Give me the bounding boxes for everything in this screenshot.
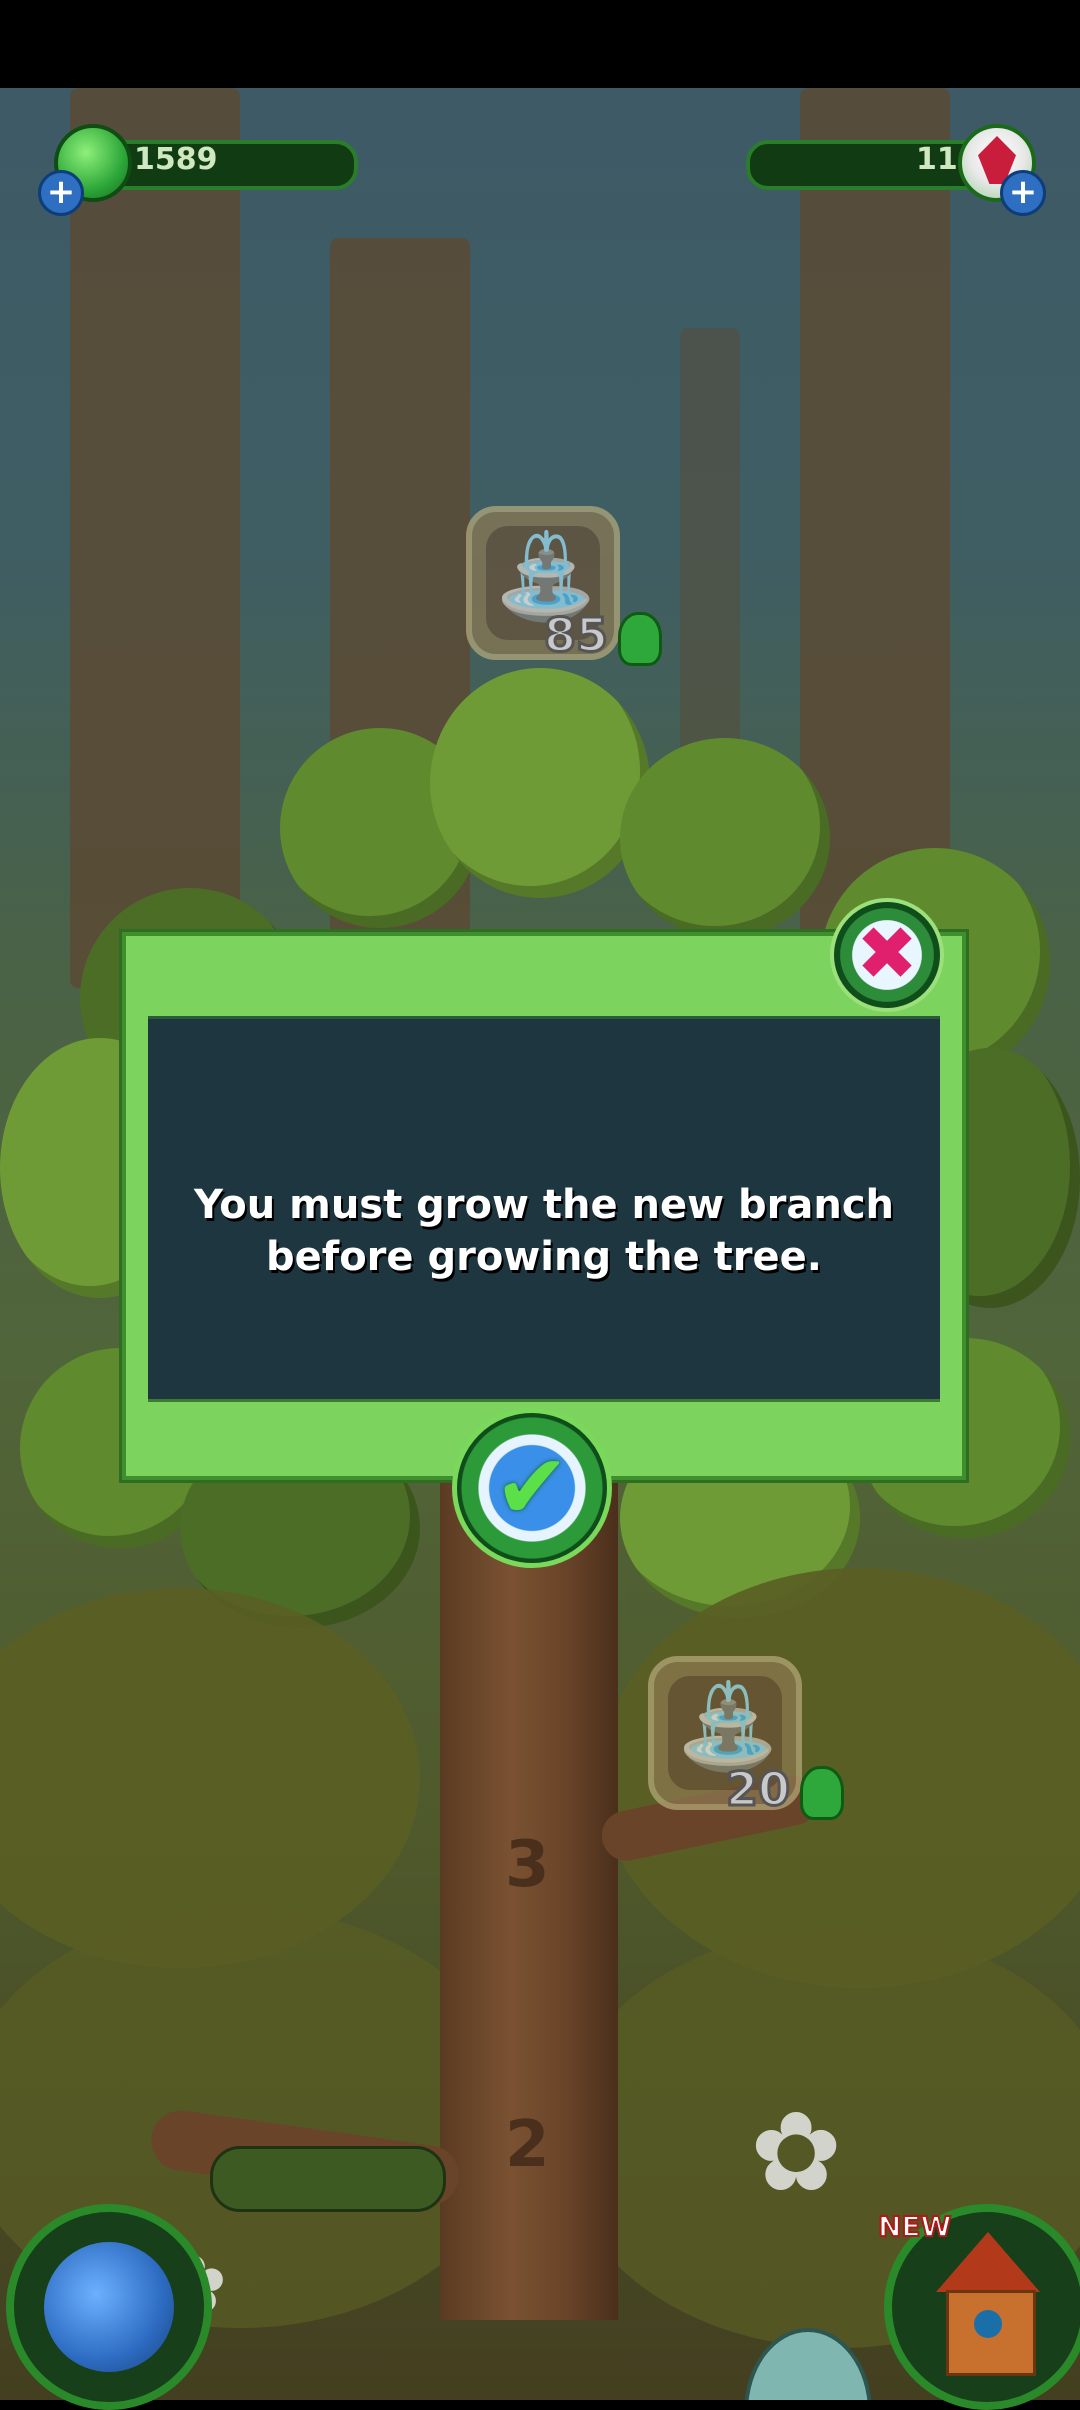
new-badge: NEW [877, 2209, 952, 2244]
canopy-leaf [620, 738, 830, 938]
upgrade-cost: 85 [542, 607, 609, 664]
currency-right-value: 11 [916, 142, 958, 177]
world-map-button[interactable] [6, 2204, 212, 2410]
dialog-panel: You must grow the new branch before grow… [148, 1016, 940, 1402]
dialog-message-line: You must grow the new branch [193, 1182, 895, 1228]
checkmark-icon: ✔ [494, 1435, 570, 1540]
tree-level-mark: 2 [505, 2108, 550, 2182]
currency-left: 1589 + [38, 124, 360, 216]
dialog-message-line: before growing the tree. [266, 1234, 822, 1280]
currency-left-value: 1589 [134, 142, 218, 177]
watering-can-icon: ⛲ [494, 527, 599, 625]
status-bar [0, 0, 1080, 88]
crocodile-creature[interactable] [210, 2146, 446, 2212]
globe-icon [44, 2242, 174, 2372]
flower-decoration: ✿ [750, 2088, 843, 2216]
add-currency-right-button[interactable]: + [1000, 170, 1046, 216]
upgrade-cost: 20 [724, 1761, 791, 1818]
tree-level-mark: 3 [505, 1828, 550, 1902]
currency-right: 11 + [730, 124, 1050, 216]
green-drop-icon [618, 612, 662, 666]
house-icon [916, 2232, 1056, 2382]
canopy-leaf [430, 668, 650, 898]
add-currency-left-button[interactable]: + [38, 170, 84, 216]
close-icon: ✖ [855, 911, 918, 997]
watering-can-icon: ⛲ [676, 1677, 781, 1775]
confirm-button[interactable]: ✔ [452, 1408, 612, 1568]
background-trunk [70, 88, 240, 988]
message-dialog: You must grow the new branch before grow… [122, 932, 966, 1480]
dialog-message: You must grow the new branch before grow… [148, 1179, 940, 1283]
green-drop-icon [800, 1766, 844, 1820]
close-button[interactable]: ✖ [830, 898, 944, 1012]
